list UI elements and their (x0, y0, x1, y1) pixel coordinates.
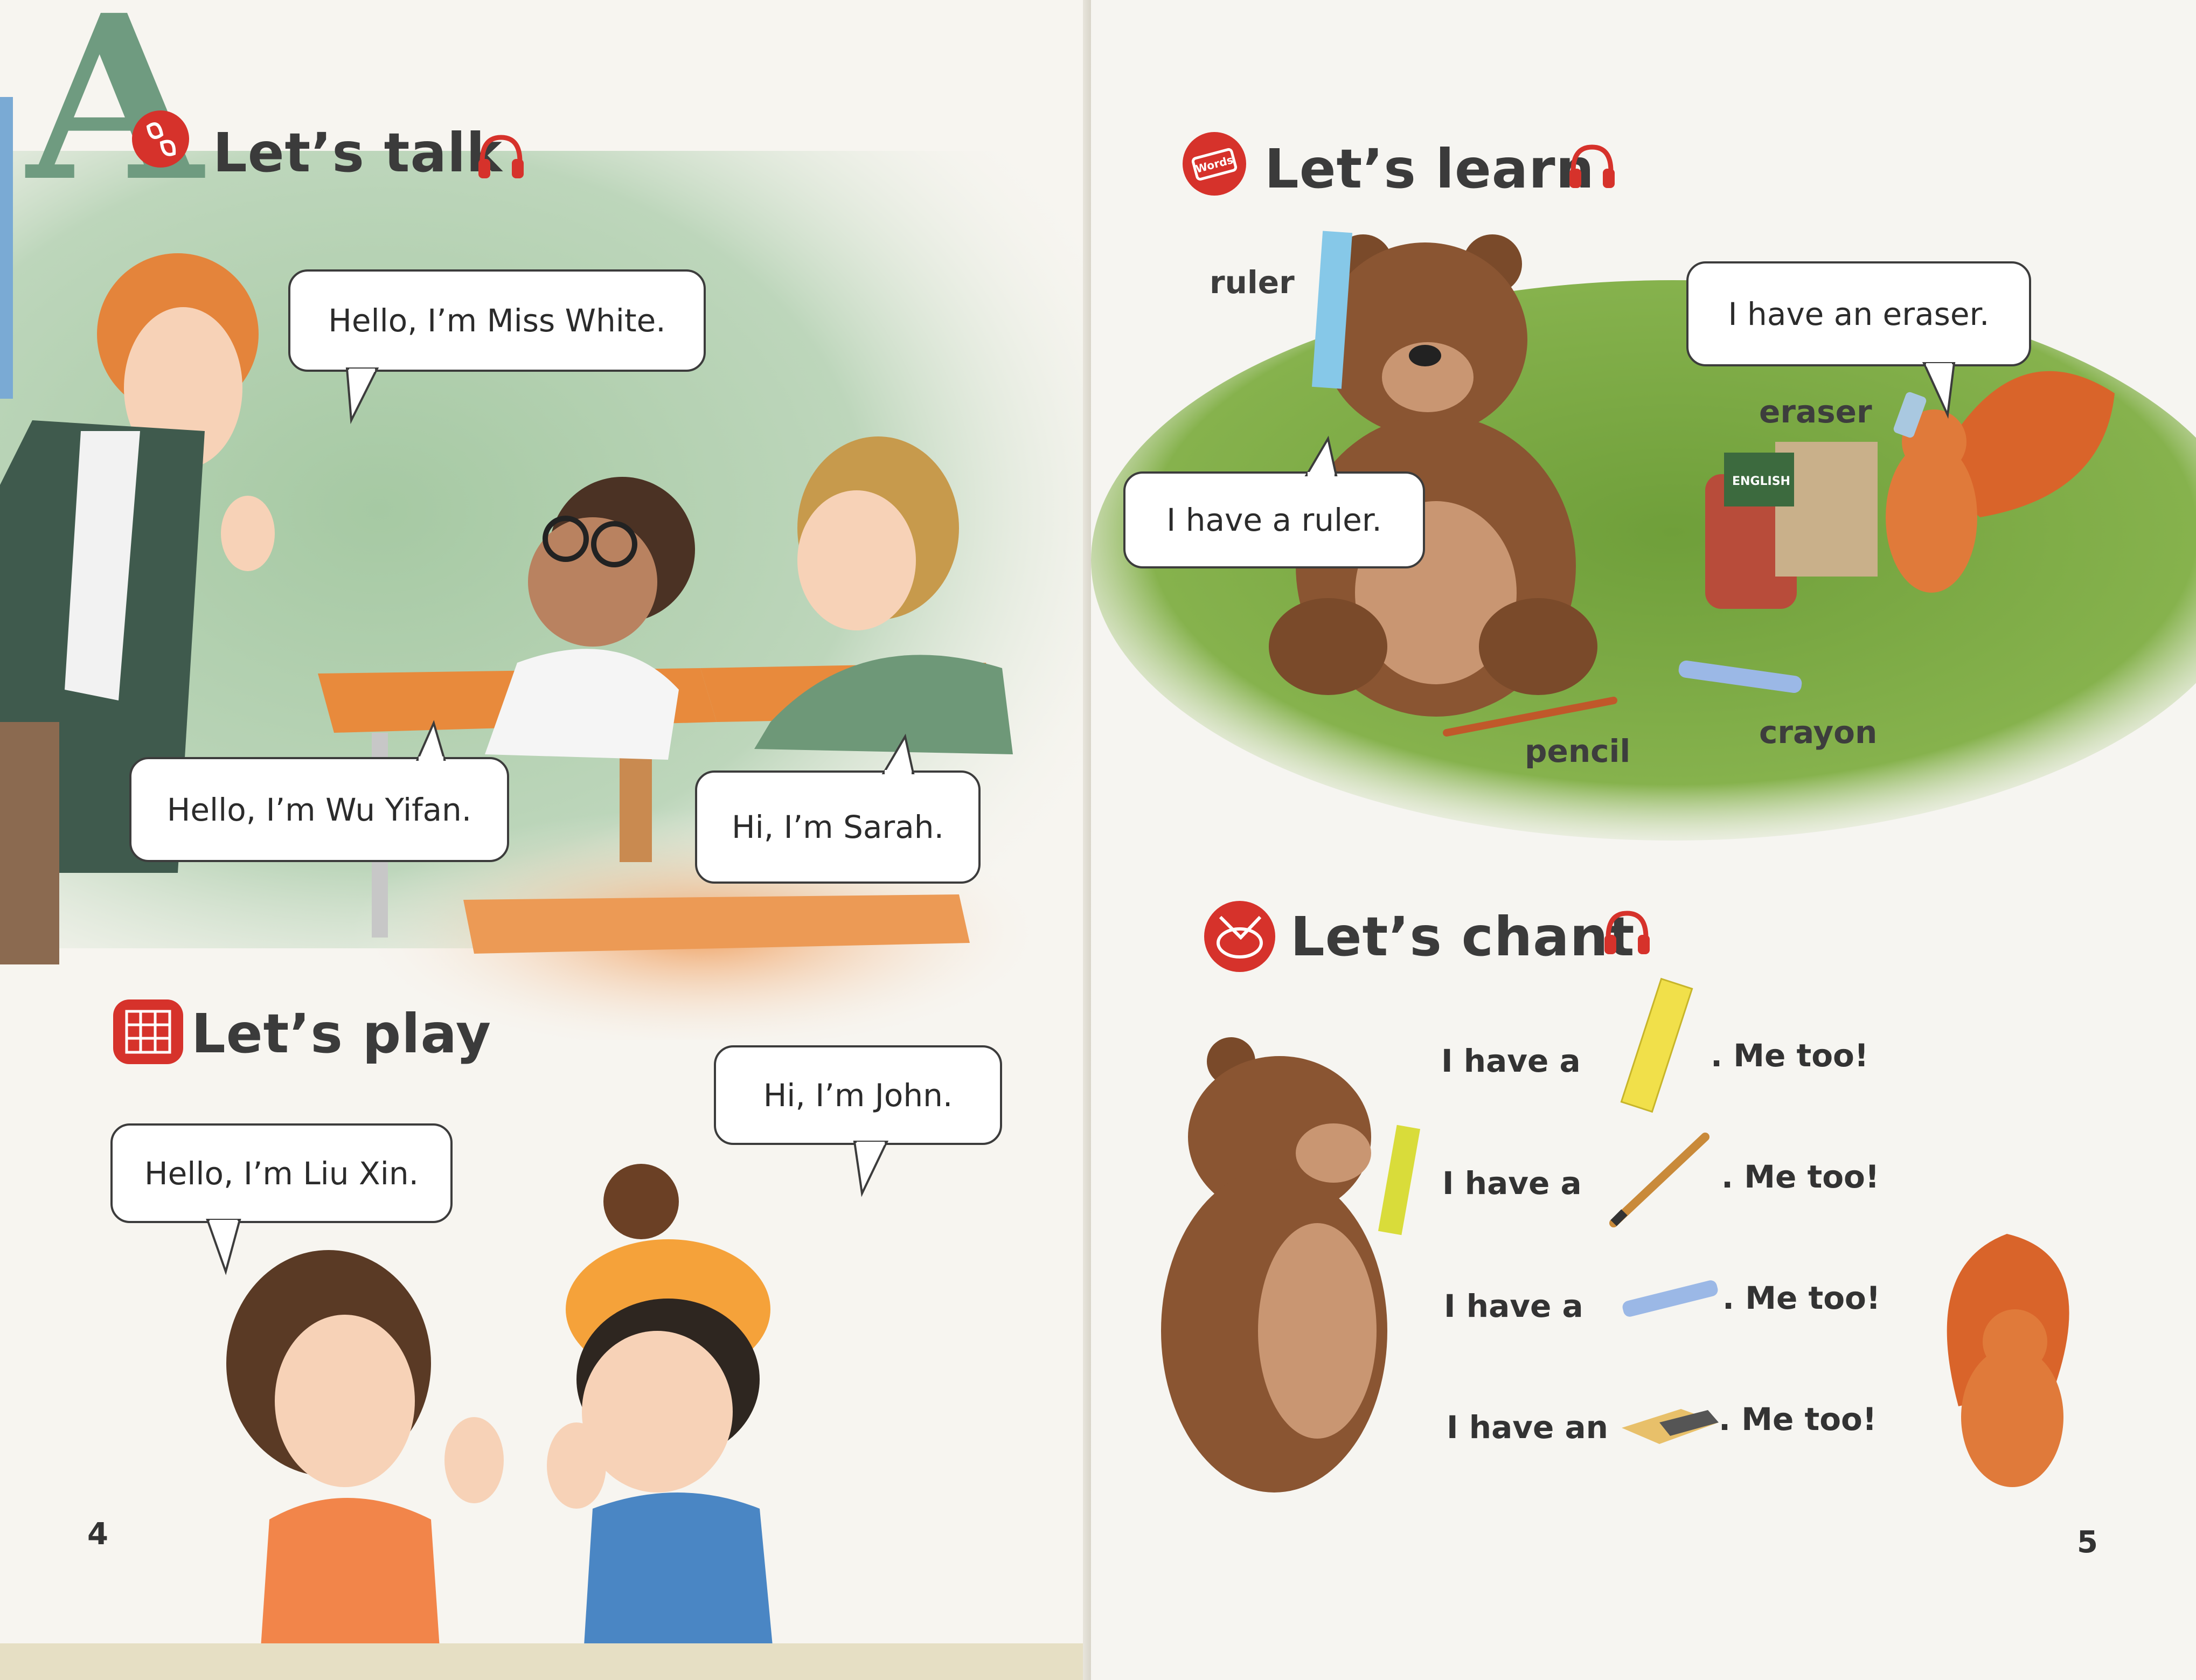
speech-bubble-squirrel: I have an eraser. (1686, 261, 2031, 366)
speech-bubble-bear: I have a ruler. (1123, 471, 1425, 568)
speech-bubble-tail (206, 1219, 241, 1275)
chant-line-3-lead: I have a (1444, 1288, 1583, 1324)
chant-line-4-reply: . Me too! (1719, 1401, 1877, 1438)
speech-bubble-tail (853, 1141, 889, 1197)
chant-squirrel-illustration (1947, 1234, 2069, 1487)
word-crayon: crayon (1759, 714, 1878, 751)
word-pencil: pencil (1525, 733, 1631, 769)
audio-headphone-icon[interactable] (1600, 905, 1654, 959)
speech-bubble-tail (415, 720, 446, 762)
chant-line-2-lead: I have a (1442, 1165, 1582, 1202)
right-page: Words Let’s learn ENGLISH I have a ruler… (1091, 0, 2196, 1680)
speech-bubble-liu-xin: Hello, I’m Liu Xin. (110, 1123, 453, 1223)
chant-line-2-reply: . Me too! (1721, 1158, 1880, 1195)
chant-line-1-lead: I have a (1441, 1043, 1581, 1079)
audio-headphone-icon[interactable] (1565, 139, 1619, 193)
bottom-strip (0, 1643, 1083, 1680)
talk-title: Let’s talk (213, 121, 503, 184)
chant-bear-illustration (1161, 1037, 1421, 1492)
talk-icon (132, 110, 189, 168)
words-icon: Words (1183, 132, 1246, 196)
speech-bubble-miss-white: Hello, I’m Miss White. (288, 269, 706, 372)
word-eraser: eraser (1759, 393, 1872, 430)
chant-line-3-reply: . Me too! (1722, 1280, 1881, 1316)
page-number-left: 4 (87, 1517, 108, 1552)
page-number-right: 5 (2077, 1525, 2098, 1560)
speech-bubble-tail (1922, 362, 1956, 419)
word-ruler: ruler (1210, 264, 1295, 301)
book-label: ENGLISH (1732, 475, 1790, 488)
learn-title: Let’s learn (1264, 137, 1595, 200)
eraser-icon (1622, 1409, 1719, 1444)
chant-line-1-reply: . Me too! (1711, 1037, 1869, 1074)
chant-title: Let’s chant (1290, 905, 1635, 968)
speech-bubble-tail (1304, 435, 1338, 477)
audio-headphone-icon[interactable] (474, 129, 528, 183)
speech-bubble-sarah: Hi, I’m Sarah. (695, 770, 981, 884)
left-page: A Let’s talk Hello, I’m Miss White. Hell… (0, 0, 1091, 1680)
crayon-icon (1622, 1280, 1718, 1317)
ruler-icon (1620, 977, 1693, 1113)
play-icon (113, 999, 183, 1064)
play-title: Let’s play (191, 1002, 492, 1065)
speech-bubble-tail (345, 367, 379, 425)
page-edge-tab (0, 97, 13, 399)
speech-bubble-tail (881, 733, 915, 775)
pencil-icon (1609, 1133, 1709, 1227)
chant-line-4-lead: I have an (1447, 1409, 1608, 1446)
speech-bubble-wu-yifan: Hello, I’m Wu Yifan. (129, 757, 509, 862)
drum-icon (1204, 901, 1275, 972)
speech-bubble-john: Hi, I’m John. (714, 1045, 1002, 1145)
